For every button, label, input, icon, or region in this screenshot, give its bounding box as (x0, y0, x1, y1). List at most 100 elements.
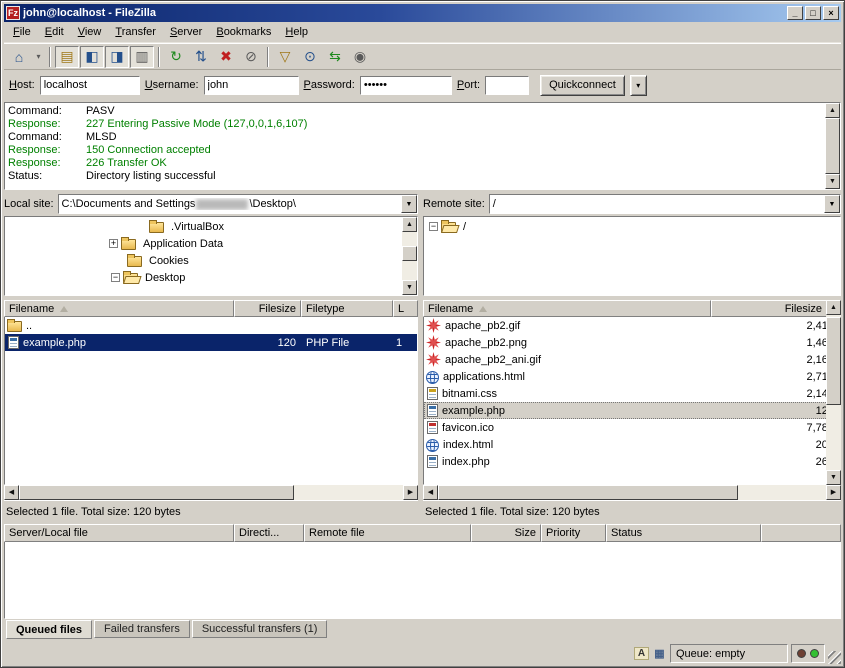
local-site-combo[interactable]: C:\Documents and Settings\Desktop\ ▼ (58, 194, 418, 214)
column-header-filesize[interactable]: Filesize (711, 300, 841, 317)
tree-item-desktop[interactable]: Desktop (5, 269, 417, 286)
filezilla-window: Fz john@localhost - FileZilla _ □ × File… (0, 0, 845, 668)
collapse-minus-icon[interactable] (429, 222, 438, 231)
menu-bookmarks[interactable]: Bookmarks (209, 23, 278, 41)
sort-asc-icon (479, 306, 487, 312)
minimize-button[interactable]: _ (787, 6, 803, 20)
filter-icon[interactable]: ▽ (273, 46, 297, 68)
quickconnect-dropdown[interactable]: ▾ (630, 75, 647, 96)
menu-edit[interactable]: Edit (38, 23, 71, 41)
resize-grip[interactable] (828, 651, 841, 664)
site-manager-icon[interactable]: ⌂ (7, 46, 31, 68)
toggle-local-tree-icon[interactable]: ◧ (80, 46, 104, 68)
tree-item-application-data[interactable]: Application Data (5, 235, 417, 252)
close-button[interactable]: × (823, 6, 839, 20)
process-queue-icon[interactable]: ⇅ (189, 46, 213, 68)
scroll-up-icon[interactable]: ▲ (826, 300, 841, 315)
column-header-direction[interactable]: Directi... (234, 524, 304, 542)
log-scrollbar[interactable]: ▲ ▼ (825, 103, 840, 189)
remote-site-label: Remote site: (423, 198, 485, 210)
local-directory-tree: .VirtualBox Application Data Cookies Des… (4, 216, 418, 296)
combo-dropdown-icon[interactable]: ▼ (824, 195, 840, 213)
column-header-filetype[interactable]: Filetype (301, 300, 393, 317)
scroll-down-icon[interactable]: ▼ (402, 280, 417, 295)
column-header-status[interactable]: Status (606, 524, 761, 542)
file-row[interactable]: index.php 267 (424, 453, 840, 470)
statusbar-icon-a[interactable]: A (634, 647, 649, 660)
ico-file-icon (427, 421, 438, 434)
host-input[interactable] (40, 76, 140, 95)
remote-status-text: Selected 1 file. Total size: 120 bytes (423, 500, 841, 520)
scroll-left-icon[interactable]: ◀ (423, 485, 438, 500)
file-row[interactable]: apache_pb2_ani.gif 2,160 (424, 351, 840, 368)
toggle-remote-tree-icon[interactable]: ◨ (105, 46, 129, 68)
transfer-queue: Server/Local file Directi... Remote file… (4, 524, 841, 640)
app-icon[interactable]: Fz (6, 6, 20, 20)
column-header-lastmodified[interactable]: L (393, 300, 418, 317)
remote-vertical-scrollbar[interactable]: ▲ ▼ (826, 300, 841, 485)
refresh-icon[interactable]: ↻ (164, 46, 188, 68)
php-file-icon (8, 336, 19, 349)
local-tree-scrollbar[interactable]: ▲ ▼ (402, 217, 417, 295)
file-row[interactable]: index.html 202 (424, 436, 840, 453)
password-input[interactable] (360, 76, 452, 95)
port-input[interactable] (485, 76, 529, 95)
disconnect-icon[interactable]: ⊘ (239, 46, 263, 68)
tree-item-root[interactable]: / (424, 218, 840, 235)
file-row-example-php[interactable]: example.php 120 (424, 402, 840, 419)
title-bar[interactable]: Fz john@localhost - FileZilla _ □ × (4, 4, 841, 22)
site-manager-dropdown-icon[interactable]: ▾ (32, 46, 45, 68)
remote-horizontal-scrollbar[interactable]: ◀ ▶ (423, 485, 841, 500)
menu-transfer[interactable]: Transfer (108, 23, 163, 41)
menu-file[interactable]: File (6, 23, 38, 41)
maximize-button[interactable]: □ (805, 6, 821, 20)
scroll-right-icon[interactable]: ▶ (403, 485, 418, 500)
directory-comparison-icon[interactable]: ⊙ (298, 46, 322, 68)
log-line: Status:Directory listing successful (8, 170, 822, 183)
file-row[interactable]: applications.html 2,713 (424, 368, 840, 385)
quickconnect-bar: Host: Username: Password: Port: Quickcon… (4, 70, 841, 100)
menu-help[interactable]: Help (278, 23, 315, 41)
cancel-icon[interactable]: ✖ (214, 46, 238, 68)
file-row-example-php[interactable]: example.php 120 PHP File 1 (5, 334, 417, 351)
scroll-up-icon[interactable]: ▲ (402, 217, 417, 232)
toggle-message-log-icon[interactable]: ▤ (55, 46, 79, 68)
column-header-filesize[interactable]: Filesize (234, 300, 301, 317)
scroll-down-icon[interactable]: ▼ (825, 174, 840, 189)
status-bar: A ▦ Queue: empty (4, 640, 841, 664)
css-file-icon (427, 387, 438, 400)
statusbar-icon-keyboard[interactable]: ▦ (652, 647, 667, 660)
file-row[interactable]: bitnami.css 2,142 (424, 385, 840, 402)
menu-server[interactable]: Server (163, 23, 209, 41)
file-row-updir[interactable]: .. (5, 317, 417, 334)
file-row[interactable]: favicon.ico 7,782 (424, 419, 840, 436)
column-header-filename[interactable]: Filename (4, 300, 234, 317)
column-header-filename[interactable]: Filename (423, 300, 711, 317)
scroll-right-icon[interactable]: ▶ (826, 485, 841, 500)
scroll-up-icon[interactable]: ▲ (825, 103, 840, 118)
tree-item-cookies[interactable]: Cookies (5, 252, 417, 269)
combo-dropdown-icon[interactable]: ▼ (401, 195, 417, 213)
tab-successful-transfers[interactable]: Successful transfers (1) (192, 620, 328, 638)
menu-view[interactable]: View (71, 23, 109, 41)
tree-item-virtualbox[interactable]: .VirtualBox (5, 218, 417, 235)
column-header-server-local-file[interactable]: Server/Local file (4, 524, 234, 542)
tab-queued-files[interactable]: Queued files (6, 620, 92, 639)
column-header-remote-file[interactable]: Remote file (304, 524, 471, 542)
column-header-size[interactable]: Size (471, 524, 541, 542)
column-header-priority[interactable]: Priority (541, 524, 606, 542)
scroll-left-icon[interactable]: ◀ (4, 485, 19, 500)
quickconnect-button[interactable]: Quickconnect (540, 75, 625, 96)
file-row[interactable]: apache_pb2.gif 2,414 (424, 317, 840, 334)
scroll-down-icon[interactable]: ▼ (826, 470, 841, 485)
tab-failed-transfers[interactable]: Failed transfers (94, 620, 190, 638)
collapse-minus-icon[interactable] (111, 273, 120, 282)
synchronized-browsing-icon[interactable]: ⇆ (323, 46, 347, 68)
file-row[interactable]: apache_pb2.png 1,463 (424, 334, 840, 351)
remote-site-combo[interactable]: / ▼ (489, 194, 841, 214)
local-horizontal-scrollbar[interactable]: ◀ ▶ (4, 485, 418, 500)
find-files-icon[interactable]: ◉ (348, 46, 372, 68)
toggle-transfer-queue-icon[interactable]: ▥ (130, 46, 154, 68)
expand-plus-icon[interactable] (109, 239, 118, 248)
username-input[interactable] (204, 76, 299, 95)
